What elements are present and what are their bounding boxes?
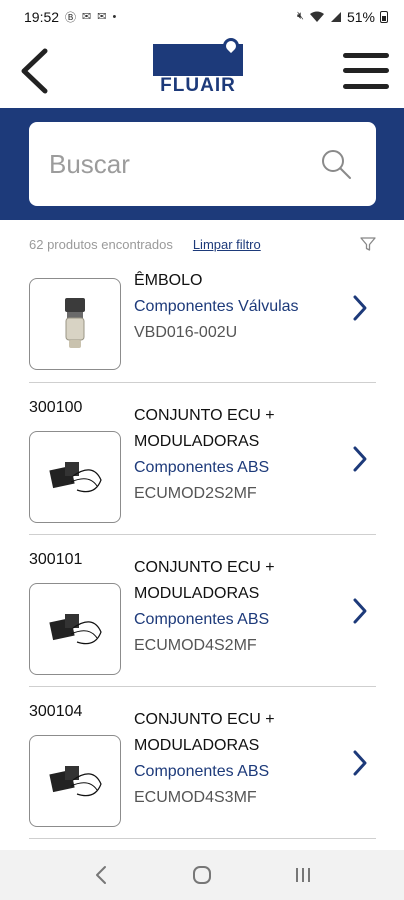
valve-piston-image — [65, 298, 85, 348]
chevron-right-icon[interactable] — [352, 445, 368, 473]
logo-mark — [153, 34, 243, 76]
product-category: Componentes Válvulas — [134, 298, 299, 315]
product-code: 300101 — [29, 551, 83, 568]
product-info: ÊMBOLO Componentes Válvulas VBD016-002U — [134, 268, 334, 346]
product-thumbnail — [29, 431, 121, 523]
logo-text: FLUAIR — [160, 75, 236, 96]
status-time: 19:52 — [24, 8, 60, 25]
search-icon[interactable] — [320, 148, 352, 180]
system-nav-bar — [0, 850, 404, 900]
nav-back-button[interactable] — [81, 855, 121, 895]
product-sku: VBD016-002U — [134, 324, 238, 341]
product-code: 300100 — [29, 399, 83, 416]
product-thumbnail — [29, 278, 121, 370]
status-left: 19:52 Ⓑ ✉ ✉ • — [24, 9, 116, 25]
mail-icon: ✉ — [82, 11, 92, 23]
ecu-modulator-image — [49, 462, 102, 493]
product-category: Componentes ABS — [134, 763, 270, 780]
chevron-left-icon — [21, 48, 48, 93]
chevron-right-icon[interactable] — [352, 597, 368, 625]
filter-icon[interactable] — [360, 236, 376, 252]
brand-logo: FLUAIR — [153, 34, 243, 97]
logo-pin-icon — [219, 34, 243, 58]
signal-icon — [330, 11, 341, 22]
hamburger-line — [343, 52, 389, 58]
nav-recents-button[interactable] — [283, 855, 323, 895]
product-thumbnail — [29, 583, 121, 675]
product-info: CONJUNTO ECU + MODULADORAS Componentes A… — [134, 555, 334, 659]
menu-button[interactable] — [342, 49, 390, 93]
app-header: FLUAIR — [0, 33, 404, 108]
hamburger-line — [343, 68, 389, 73]
product-name: ÊMBOLO — [134, 272, 203, 289]
product-name: CONJUNTO ECU + MODULADORAS — [134, 711, 275, 754]
product-row[interactable]: 300100 CONJUNTO ECU + MODULADORAS Compon… — [29, 383, 376, 535]
product-thumbnail — [29, 735, 121, 827]
product-row[interactable]: 300104 CONJUNTO ECU + MODULADORAS Compon… — [29, 687, 376, 839]
clear-filter-link[interactable]: Limpar filtro — [193, 237, 261, 252]
battery-icon — [380, 10, 388, 23]
notification-b-icon: Ⓑ — [65, 11, 77, 24]
battery-percent: 51% — [346, 8, 375, 25]
product-name: CONJUNTO ECU + MODULADORAS — [134, 559, 275, 602]
product-row[interactable]: ÊMBOLO Componentes Válvulas VBD016-002U — [29, 262, 376, 383]
back-button[interactable] — [14, 46, 54, 96]
chevron-left-icon — [95, 866, 106, 884]
product-sku: ECUMOD2S2MF — [134, 485, 257, 502]
search-box[interactable] — [29, 122, 376, 206]
wifi-icon — [309, 11, 324, 22]
home-circle-icon — [192, 866, 211, 884]
product-sku: ECUMOD4S2MF — [134, 637, 257, 654]
product-info: CONJUNTO ECU + MODULADORAS Componentes A… — [134, 707, 334, 811]
product-list: ÊMBOLO Componentes Válvulas VBD016-002U … — [29, 262, 376, 839]
mute-icon: 🔇︎ — [297, 10, 304, 22]
product-info: CONJUNTO ECU + MODULADORAS Componentes A… — [134, 403, 334, 507]
status-right: 🔇︎ 51% — [297, 9, 388, 25]
product-name: CONJUNTO ECU + MODULADORAS — [134, 407, 275, 450]
search-input[interactable] — [49, 148, 289, 180]
product-row[interactable]: 300101 CONJUNTO ECU + MODULADORAS Compon… — [29, 535, 376, 687]
result-count: 62 produtos encontrados — [29, 236, 173, 252]
product-sku: ECUMOD4S3MF — [134, 789, 257, 806]
product-category: Componentes ABS — [134, 459, 270, 476]
ecu-modulator-image — [49, 614, 102, 645]
search-band — [0, 108, 404, 220]
filter-row: 62 produtos encontrados Limpar filtro — [29, 230, 376, 258]
product-category: Componentes ABS — [134, 611, 270, 628]
dot-icon: • — [112, 10, 117, 23]
ecu-modulator-image — [49, 766, 102, 797]
product-code: 300104 — [29, 703, 83, 720]
chevron-right-icon[interactable] — [352, 749, 368, 777]
mail-icon: ✉ — [97, 11, 107, 23]
status-bar: 19:52 Ⓑ ✉ ✉ • 🔇︎ 51% — [0, 0, 404, 33]
hamburger-line — [343, 83, 389, 89]
recents-icon — [296, 868, 311, 882]
nav-home-button[interactable] — [182, 855, 222, 895]
chevron-right-icon[interactable] — [352, 294, 368, 322]
